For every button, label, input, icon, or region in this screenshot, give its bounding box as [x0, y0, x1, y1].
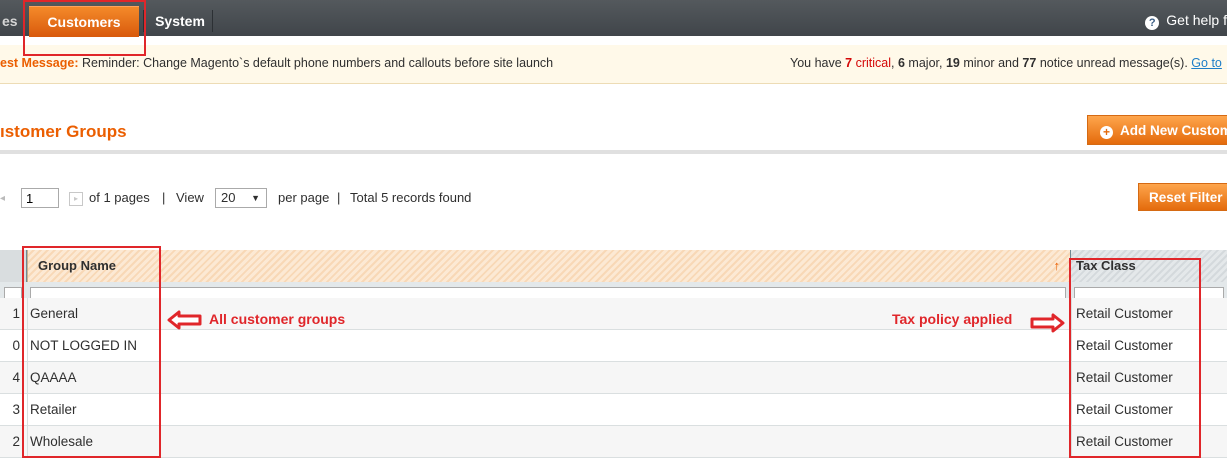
heading-divider: [0, 150, 1227, 154]
page-number-input[interactable]: [21, 188, 59, 208]
sort-ascending-icon: ↑: [1053, 258, 1061, 273]
table-row[interactable]: 0 NOT LOGGED IN Retail Customer: [0, 330, 1227, 362]
pager: ◂ ▸ of 1 pages | View 20 ▼ per page | To…: [0, 187, 1227, 211]
tax-class-column-highlight: [1069, 258, 1201, 458]
notice-count: 77: [1022, 56, 1037, 70]
reset-filter-button[interactable]: Reset Filter: [1138, 183, 1227, 211]
pager-separator: |: [337, 190, 341, 205]
add-new-customer-group-button[interactable]: + Add New Custom: [1087, 115, 1227, 145]
right-arrow-icon: [1030, 313, 1065, 333]
message-summary: You have 7 critical, 6 major, 19 minor a…: [790, 56, 1222, 70]
nav-item-system[interactable]: System: [150, 6, 210, 36]
customers-menu-highlight: [23, 0, 146, 56]
row-group-name: Wholesale: [27, 426, 1070, 457]
goto-notifications-link[interactable]: Go to: [1191, 56, 1222, 70]
help-label: Get help f: [1166, 12, 1227, 28]
minor-count: 19: [945, 56, 960, 70]
per-page-select[interactable]: 20 ▼: [215, 188, 267, 208]
group-name-column-highlight: [22, 246, 161, 458]
major-label: major,: [908, 56, 943, 70]
latest-message-text: Reminder: Change Magento`s default phone…: [82, 56, 554, 70]
per-page-label: per page: [278, 190, 330, 205]
top-nav: es Customers System ? Get help f: [0, 0, 1227, 37]
latest-message-label: est Message:: [0, 56, 79, 70]
major-count: 6: [897, 56, 905, 70]
pager-separator: |: [162, 190, 166, 205]
annotation-all-groups: All customer groups: [209, 311, 346, 327]
previous-page-icon[interactable]: ◂: [0, 191, 10, 207]
group-name-column-header[interactable]: Group Name ↑: [27, 250, 1070, 282]
total-records: Total 5 records found: [350, 190, 472, 205]
row-id: 0: [12, 338, 20, 353]
nav-item-previous[interactable]: es: [2, 6, 22, 36]
annotation-tax-policy: Tax policy applied: [892, 311, 1013, 327]
row-group-name: Retailer: [27, 394, 1070, 425]
row-id: 3: [12, 402, 20, 417]
nav-divider: [212, 10, 213, 32]
critical-count: 7: [845, 56, 853, 70]
critical-link[interactable]: critical: [856, 56, 891, 70]
dropdown-caret-icon: ▼: [251, 193, 260, 203]
view-label: View: [176, 190, 204, 205]
next-page-icon[interactable]: ▸: [69, 192, 83, 206]
row-id: 4: [12, 370, 20, 385]
plus-icon: +: [1100, 126, 1113, 139]
table-row[interactable]: 2 Wholesale Retail Customer: [0, 426, 1227, 458]
minor-label: minor and: [963, 56, 1019, 70]
page-title: ıstomer Groups: [0, 122, 127, 141]
pages-label: of 1 pages: [89, 190, 150, 205]
row-group-name: QAAAA: [27, 362, 1070, 393]
notice-bar: est Message: Reminder: Change Magento`s …: [0, 45, 1227, 84]
latest-message: est Message: Reminder: Change Magento`s …: [0, 56, 553, 70]
add-button-label: Add New Custom: [1120, 123, 1227, 138]
notice-label: notice unread message(s).: [1039, 56, 1188, 70]
help-icon: ?: [1145, 16, 1160, 30]
row-id: 2: [12, 434, 20, 449]
table-row[interactable]: 3 Retailer Retail Customer: [0, 394, 1227, 426]
help-link[interactable]: ? Get help f: [1145, 0, 1227, 36]
per-page-value: 20: [221, 190, 236, 205]
row-id: 1: [12, 306, 20, 321]
grid-header: Group Name ↑ Tax Class: [0, 250, 1227, 282]
left-arrow-icon: [167, 310, 202, 330]
row-group-name: NOT LOGGED IN: [27, 330, 1070, 361]
summary-prefix: You have: [790, 56, 842, 70]
table-row[interactable]: 4 QAAAA Retail Customer: [0, 362, 1227, 394]
